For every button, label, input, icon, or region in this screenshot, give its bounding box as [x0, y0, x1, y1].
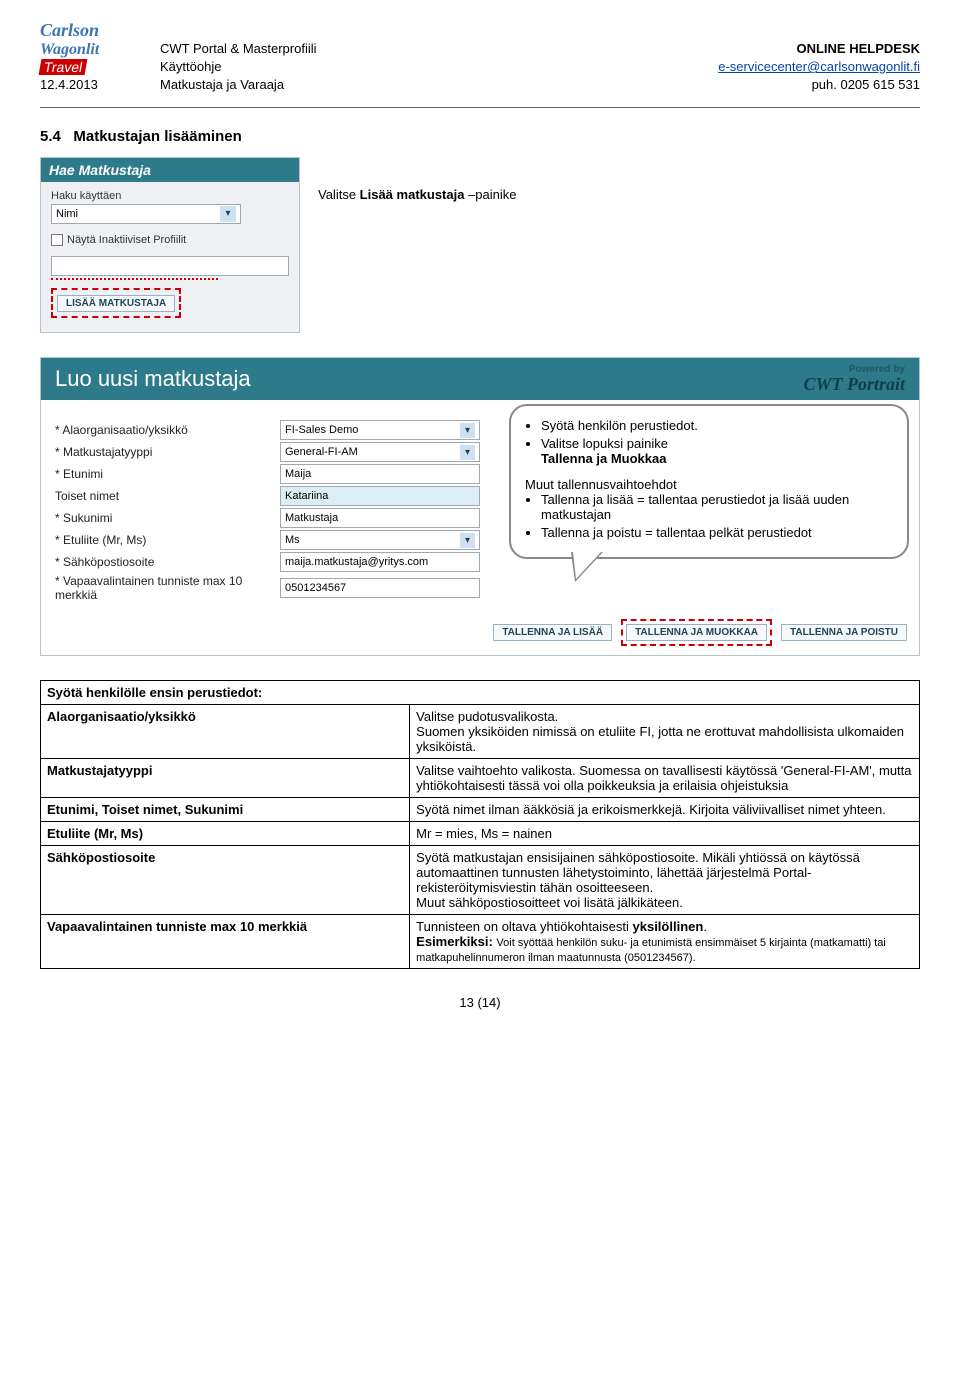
desc-key: Sähköpostiosoite — [41, 846, 410, 915]
header-right: ONLINE HELPDESK e-servicecenter@carlsonw… — [718, 40, 920, 95]
search-using-select[interactable]: Nimi ▾ — [51, 204, 241, 224]
hdr-date: 12.4.2013 — [40, 76, 120, 94]
form-input[interactable]: Matkustaja — [280, 508, 480, 528]
desc-val: Syötä matkustajan ensisijainen sähköpost… — [410, 846, 920, 915]
save-and-edit-button[interactable]: TALLENNA JA MUOKKAA — [626, 624, 767, 641]
page-footer: 13 (14) — [40, 995, 920, 1010]
desc-val: Syötä nimet ilman ääkkösiä ja erikoismer… — [410, 798, 920, 822]
hdr-line3: Matkustaja ja Varaaja — [160, 76, 284, 94]
save-and-exit-button[interactable]: TALLENNA JA POISTU — [781, 624, 907, 641]
desc-val: Tunnisteen on oltava yhtiökohtaisesti yk… — [410, 915, 920, 969]
search-text-input[interactable] — [51, 256, 289, 276]
page-header: Carlson Wagonlit Travel CWT Portal & Mas… — [40, 20, 920, 108]
desc-val: Valitse pudotusvalikosta.Suomen yksiköid… — [410, 705, 920, 759]
powered-by: Powered by CWT Portrait — [803, 364, 905, 395]
form-input[interactable]: Maija — [280, 464, 480, 484]
save-button-row: TALLENNA JA LISÄÄ TALLENNA JA MUOKKAA TA… — [41, 614, 919, 655]
form-label: * Etuliite (Mr, Ms) — [55, 533, 280, 547]
form-input[interactable]: Katariina — [280, 486, 480, 506]
callout-bubble: Syötä henkilön perustiedot. Valitse lopu… — [509, 404, 909, 559]
hdr-line1: CWT Portal & Masterprofiili — [160, 40, 317, 58]
desc-key: Vapaavalintainen tunniste max 10 merkkiä — [41, 915, 410, 969]
form-label: * Sukunimi — [55, 511, 280, 525]
desc-key: Alaorganisaatio/yksikkö — [41, 705, 410, 759]
helpdesk-title: ONLINE HELPDESK — [718, 40, 920, 58]
helpdesk-email[interactable]: e-servicecenter@carlsonwagonlit.fi — [718, 59, 920, 74]
chevron-down-icon: ▾ — [460, 445, 475, 460]
section-heading: 5.4 Matkustajan lisääminen — [40, 128, 920, 145]
hdr-line2: Käyttöohje — [160, 58, 317, 76]
form-select[interactable]: FI-Sales Demo▾ — [280, 420, 480, 440]
form-label: Toiset nimet — [55, 489, 280, 503]
save-and-add-button[interactable]: TALLENNA JA LISÄÄ — [493, 624, 612, 641]
add-traveler-button[interactable]: LISÄÄ MATKUSTAJA — [57, 295, 175, 312]
form-label: * Matkustajatyyppi — [55, 445, 280, 459]
chevron-down-icon: ▾ — [460, 533, 475, 548]
form-row: * Vapaavalintainen tunniste max 10 merkk… — [55, 574, 905, 602]
logo: Carlson Wagonlit Travel — [40, 20, 140, 80]
desc-key: Etuliite (Mr, Ms) — [41, 822, 410, 846]
search-using-label: Haku käyttäen — [51, 190, 289, 202]
desc-key: Matkustajatyyppi — [41, 759, 410, 798]
helpdesk-phone: puh. 0205 615 531 — [718, 76, 920, 94]
form-label: * Etunimi — [55, 467, 280, 481]
form-label: * Sähköpostiosoite — [55, 555, 280, 569]
show-inactive-checkbox[interactable]: Näytä Inaktiiviset Profiilit — [51, 234, 289, 246]
desc-caption: Syötä henkilölle ensin perustiedot: — [41, 681, 920, 705]
header-left: CWT Portal & Masterprofiili Käyttöohje 1… — [160, 40, 317, 95]
field-desc-table: Syötä henkilölle ensin perustiedot:Alaor… — [40, 680, 920, 969]
header-divider — [40, 107, 920, 108]
desc-key: Etunimi, Toiset nimet, Sukunimi — [41, 798, 410, 822]
instruction-1: Valitse Lisää matkustaja –painike — [318, 187, 517, 202]
desc-val: Mr = mies, Ms = nainen — [410, 822, 920, 846]
form-label: * Vapaavalintainen tunniste max 10 merkk… — [55, 574, 280, 602]
desc-val: Valitse vaihtoehto valikosta. Suomessa o… — [410, 759, 920, 798]
chevron-down-icon: ▾ — [220, 206, 236, 222]
form-input[interactable]: maija.matkustaja@yritys.com — [280, 552, 480, 572]
chevron-down-icon: ▾ — [460, 423, 475, 438]
form-select[interactable]: Ms▾ — [280, 530, 480, 550]
form-input[interactable]: 0501234567 — [280, 578, 480, 598]
create-title: Luo uusi matkustaja — [55, 366, 251, 392]
search-panel-title: Hae Matkustaja — [41, 158, 299, 182]
form-select[interactable]: General-FI-AM▾ — [280, 442, 480, 462]
create-traveler-panel: Luo uusi matkustaja Powered by CWT Portr… — [40, 357, 920, 657]
form-label: * Alaorganisaatio/yksikkö — [55, 423, 280, 437]
search-traveler-panel: Hae Matkustaja Haku käyttäen Nimi ▾ Näyt… — [40, 157, 300, 333]
